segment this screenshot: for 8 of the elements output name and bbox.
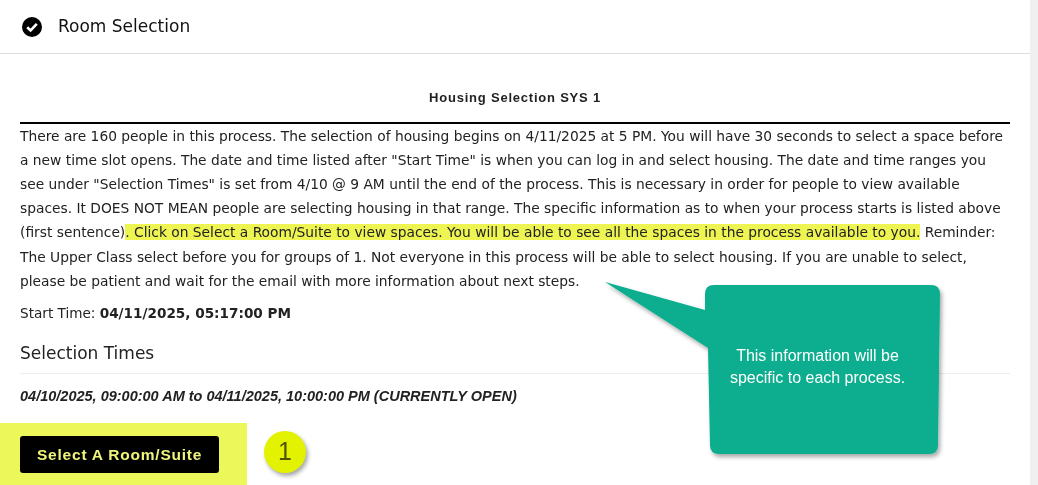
select-room-button[interactable]: Select A Room/Suite [20, 436, 220, 474]
process-title: Housing Selection SYS 1 [20, 54, 1010, 124]
info-paragraph: There are 160 people in this process. The selection of housing begins on 4/11/2025 at 5 PM. You will have 30 seconds to select a space before a new time slot opens. The date and time listed after "Start Time" is when you can log in and select housing. The date and time ranges you see under "Selection Times" is set from 4/10 @ 9 AM until the end of the process. This is necessary in order for people to view available spaces. It DOES NOT MEAN people are selecting housing in that range. The specific information as to when your process starts is listed above (first sentence). Click on Select a Room/Suite to view spaces. You will be able to see all the spaces in the process available to you. Reminder: The Upper Class select before you for groups of 1. Not everyone in this process will be able to select housing. If you are unable to select, please be patient and wait for the email with more information about next steps. [20, 126, 1005, 291]
time-range-text: 04/10/2025, 09:00:00 AM to 04/11/2025, 10:00:00 PM (CURRENTLY OPEN) [20, 387, 517, 404]
callout-text: This information will be specific to each process. [728, 346, 907, 388]
section-title: Room Selection [58, 14, 191, 38]
step-number-badge: 1 [264, 431, 306, 473]
start-time-text: Start Time: 04/11/2025, 05:17:00 PM [20, 303, 293, 323]
